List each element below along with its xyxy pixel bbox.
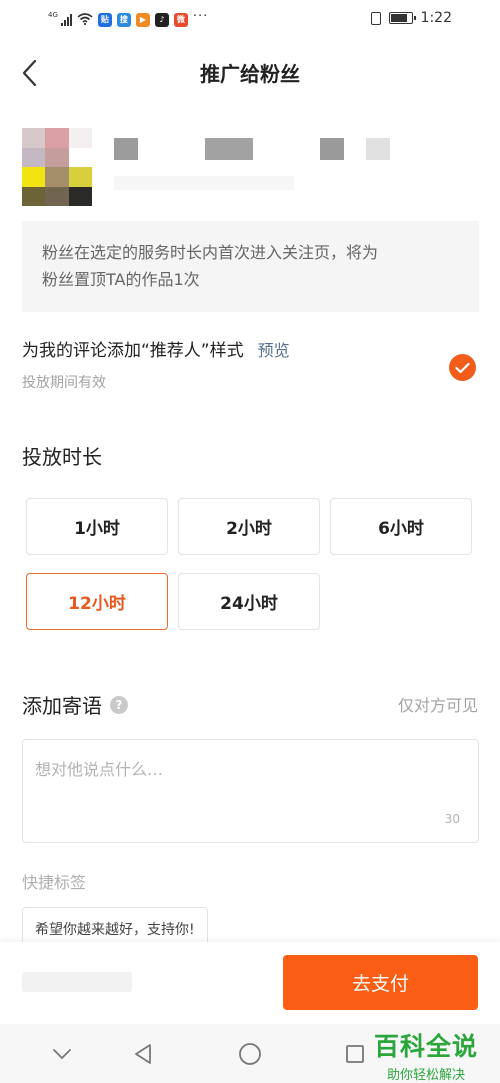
duration-option-1h[interactable]: 1小时 xyxy=(26,498,168,555)
blurred-username xyxy=(366,138,390,160)
battery-icon xyxy=(388,12,416,24)
system-back-button[interactable] xyxy=(130,1041,156,1067)
duration-option-2h[interactable]: 2小时 xyxy=(178,498,320,555)
blurred-username xyxy=(205,138,253,160)
question-icon[interactable]: ? xyxy=(110,695,128,714)
watermark-logo: 百科全说 助你轻松解决 xyxy=(366,1027,486,1083)
app-notification-icon: ♪ xyxy=(154,12,169,27)
signal-icon xyxy=(60,13,72,26)
duration-option-6h[interactable]: 6小时 xyxy=(330,498,472,555)
blurred-price xyxy=(22,972,132,992)
info-text-line: 粉丝在选定的服务时长内首次进入关注页，将为 xyxy=(42,243,379,262)
more-notifications-icon: ··· xyxy=(192,9,209,24)
duration-title: 投放时长 xyxy=(22,445,102,469)
system-home-button[interactable] xyxy=(237,1041,263,1067)
message-char-limit: 30 xyxy=(444,812,460,826)
status-bar: 4G 贴 搜 ▶ ♪ 微 ··· 1:22 xyxy=(0,0,500,38)
blurred-username xyxy=(114,138,138,160)
wifi-icon xyxy=(77,10,93,29)
status-time: 1:22 xyxy=(420,10,452,26)
triangle-back-icon xyxy=(135,1044,151,1064)
chevron-down-icon xyxy=(53,1049,71,1060)
app-notification-icon: 贴 xyxy=(97,12,112,27)
avatar xyxy=(22,128,92,206)
status-left: 4G 贴 搜 ▶ ♪ 微 ··· xyxy=(48,9,209,29)
check-icon xyxy=(455,362,470,373)
app-notification-icon: 微 xyxy=(173,12,188,27)
message-input[interactable]: 想对他说点什么… 30 xyxy=(22,739,479,843)
message-placeholder: 想对他说点什么… xyxy=(35,760,164,779)
vibrate-icon xyxy=(370,11,381,25)
message-title: 添加寄语 xyxy=(22,694,102,718)
duration-option-12h[interactable]: 12小时 xyxy=(26,573,168,630)
quick-tags-title: 快捷标签 xyxy=(22,873,87,892)
watermark-subtitle: 助你轻松解决 xyxy=(386,1068,465,1083)
blurred-subtitle xyxy=(114,176,294,190)
recommend-option-row: 为我的评论添加“推荐人”样式 预览 xyxy=(22,336,290,361)
page-title: 推广给粉丝 xyxy=(200,62,300,86)
nav-bar: 推广给粉丝 xyxy=(0,38,500,108)
square-recents-icon xyxy=(346,1045,364,1063)
visibility-note: 仅对方可见 xyxy=(397,696,478,715)
circle-home-icon xyxy=(239,1043,261,1065)
network-type: 4G xyxy=(48,10,58,19)
target-profile xyxy=(22,128,482,208)
preview-link[interactable]: 预览 xyxy=(258,337,290,361)
system-recents-button[interactable] xyxy=(342,1041,368,1067)
app-notification-icon: ▶ xyxy=(135,12,150,27)
status-right: 1:22 xyxy=(370,10,452,26)
app-notification-icon: 搜 xyxy=(116,12,131,27)
info-box: 粉丝在选定的服务时长内首次进入关注页，将为 粉丝置顶TA的作品1次 xyxy=(22,221,479,312)
recommend-option-subtitle: 投放期间有效 xyxy=(22,375,106,391)
recommend-option-checkbox[interactable] xyxy=(449,354,476,381)
watermark-title: 百科全说 xyxy=(373,1032,478,1061)
pay-button[interactable]: 去支付 xyxy=(283,955,478,1010)
info-text-line: 粉丝置顶TA的作品1次 xyxy=(42,270,200,289)
duration-option-24h[interactable]: 24小时 xyxy=(178,573,320,630)
hide-nav-button[interactable] xyxy=(49,1041,75,1067)
blurred-username xyxy=(320,138,344,160)
message-title-row: 添加寄语 ? xyxy=(22,690,128,719)
recommend-option-title: 为我的评论添加“推荐人”样式 xyxy=(22,341,244,361)
footer-bar: 去支付 xyxy=(0,942,500,1024)
